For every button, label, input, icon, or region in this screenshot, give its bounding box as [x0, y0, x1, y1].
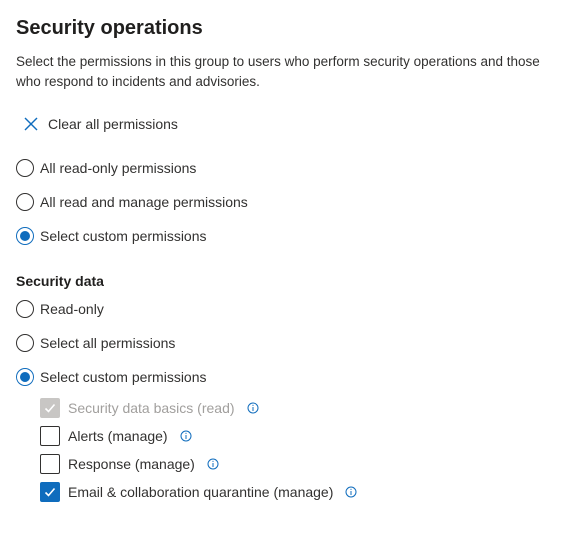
section-title-security-data: Security data: [16, 273, 104, 289]
panel-description: Select the permissions in this group to …: [16, 54, 540, 89]
radio-label: Read-only: [40, 301, 104, 317]
info-icon[interactable]: [180, 430, 192, 442]
radio-security-data-select-all[interactable]: Select all permissions: [16, 333, 175, 353]
radio-security-data-read-only[interactable]: Read-only: [16, 299, 104, 319]
checkbox-alerts-manage[interactable]: Alerts (manage): [40, 426, 192, 446]
checkbox-label: Security data basics (read): [68, 400, 235, 416]
clear-all-permissions-label: Clear all permissions: [48, 116, 178, 132]
checkbox-disabled-checked: [40, 398, 60, 418]
checkbox-email-collaboration-quarantine[interactable]: Email & collaboration quarantine (manage…: [40, 482, 357, 502]
info-icon[interactable]: [247, 402, 259, 414]
radio-select-custom-group[interactable]: Select custom permissions: [16, 226, 207, 246]
info-icon[interactable]: [345, 486, 357, 498]
checkbox-security-data-basics: Security data basics (read): [40, 398, 259, 418]
checkbox-response-manage[interactable]: Response (manage): [40, 454, 219, 474]
close-icon: [24, 117, 38, 131]
panel-title: Security operations: [16, 17, 203, 39]
info-icon[interactable]: [207, 458, 219, 470]
checkmark-icon: [44, 403, 56, 413]
checkbox-label: Email & collaboration quarantine (manage…: [68, 484, 334, 500]
checkbox-unchecked[interactable]: [40, 454, 60, 474]
checkbox-unchecked[interactable]: [40, 426, 60, 446]
radio-label: All read-only permissions: [40, 160, 197, 176]
radio-label: Select custom permissions: [40, 228, 207, 244]
checkbox-label: Response (manage): [68, 456, 195, 472]
security-operations-panel: Security operations Select the permissio…: [0, 0, 576, 560]
radio-button[interactable]: [16, 300, 34, 318]
radio-label: Select custom permissions: [40, 369, 207, 385]
radio-button-selected[interactable]: [16, 368, 34, 386]
clear-all-permissions-button[interactable]: Clear all permissions: [22, 114, 178, 134]
checkbox-checked[interactable]: [40, 482, 60, 502]
radio-label: All read and manage permissions: [40, 194, 248, 210]
radio-all-read-and-manage[interactable]: All read and manage permissions: [16, 192, 248, 212]
radio-button-selected[interactable]: [16, 227, 34, 245]
radio-security-data-select-custom[interactable]: Select custom permissions: [16, 367, 207, 387]
radio-button[interactable]: [16, 193, 34, 211]
radio-label: Select all permissions: [40, 335, 176, 351]
checkmark-icon: [44, 487, 56, 497]
checkbox-label: Alerts (manage): [68, 428, 168, 444]
radio-button[interactable]: [16, 334, 34, 352]
radio-all-read-only[interactable]: All read-only permissions: [16, 158, 196, 178]
radio-button[interactable]: [16, 159, 34, 177]
